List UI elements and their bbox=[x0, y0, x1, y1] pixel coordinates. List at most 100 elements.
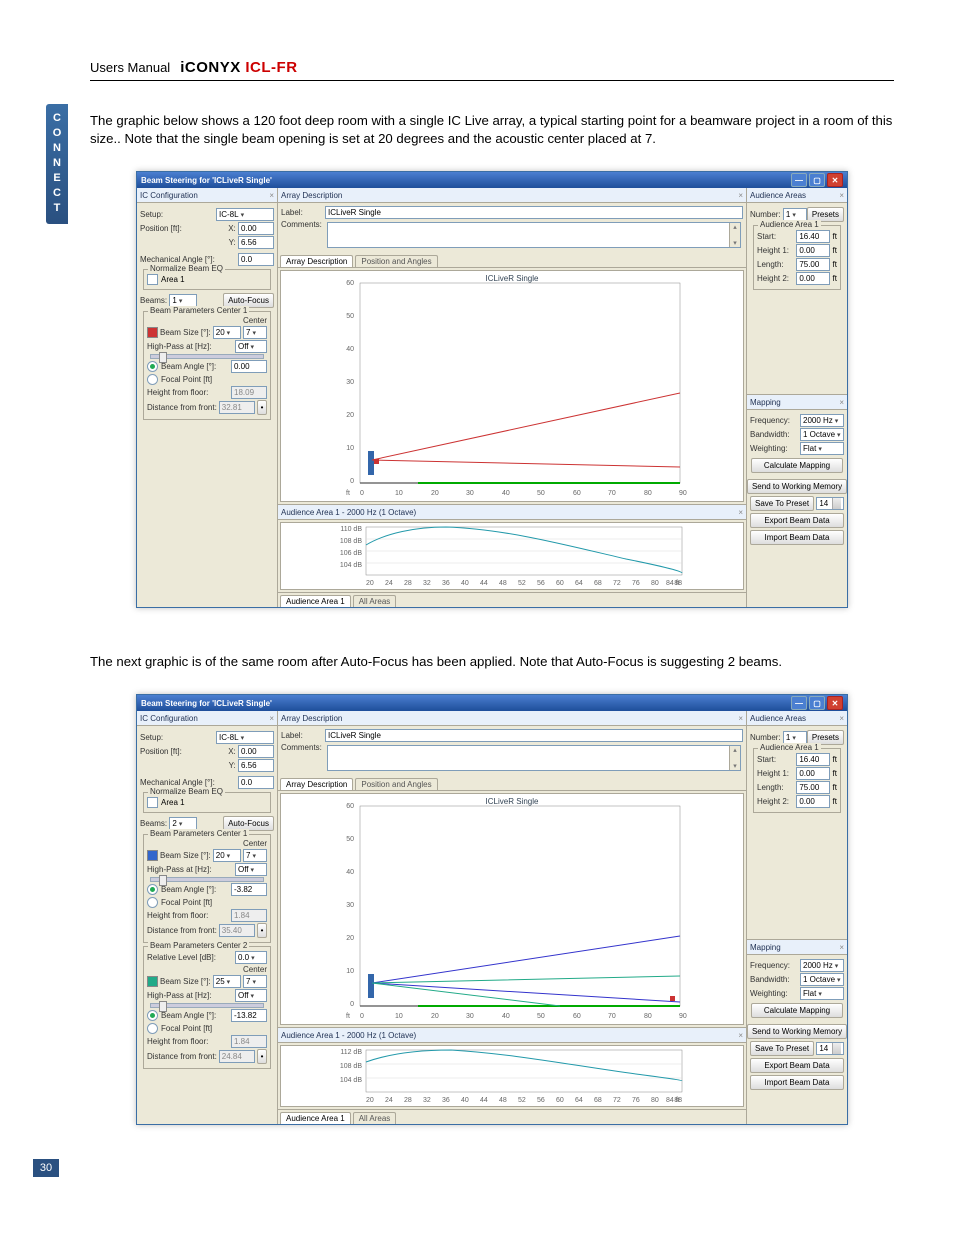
focal-point-radio[interactable] bbox=[147, 1023, 158, 1034]
calc-mapping-button[interactable]: Calculate Mapping bbox=[751, 458, 843, 473]
save-preset-button[interactable]: Save To Preset bbox=[750, 1041, 814, 1056]
minimize-button[interactable]: — bbox=[791, 173, 807, 187]
import-beam-button[interactable]: Import Beam Data bbox=[750, 530, 844, 545]
export-beam-button[interactable]: Export Beam Data bbox=[750, 1058, 844, 1073]
tab-array-desc[interactable]: Array Description bbox=[280, 778, 353, 790]
pane-close-icon[interactable]: × bbox=[839, 714, 844, 723]
pane-close-icon[interactable]: × bbox=[839, 398, 844, 407]
setup-select[interactable]: IC-8L bbox=[216, 208, 274, 221]
titlebar[interactable]: Beam Steering for 'ICLiveR Single' — ▢ ✕ bbox=[137, 695, 847, 711]
tab-aa1[interactable]: Audience Area 1 bbox=[280, 595, 351, 607]
preset-spin[interactable]: 14 bbox=[816, 1042, 844, 1055]
beam-angle-radio[interactable] bbox=[147, 1010, 158, 1021]
minimize-button[interactable]: — bbox=[791, 696, 807, 710]
beam-angle-radio[interactable] bbox=[147, 361, 158, 372]
beamangle-input[interactable]: 0.00 bbox=[231, 360, 267, 373]
highpass-select[interactable]: Off bbox=[235, 340, 267, 353]
beamcenter-input[interactable]: 7 bbox=[243, 326, 267, 339]
svg-text:40: 40 bbox=[461, 580, 469, 587]
svg-text:ft: ft bbox=[346, 1013, 350, 1020]
highpass-select[interactable]: Off bbox=[235, 989, 267, 1002]
save-preset-button[interactable]: Save To Preset bbox=[750, 496, 814, 511]
start-input[interactable]: 16.40 bbox=[796, 230, 830, 243]
focal-point-radio[interactable] bbox=[147, 374, 158, 385]
label-input[interactable]: ICLiveR Single bbox=[325, 729, 743, 742]
beam-angle-radio[interactable] bbox=[147, 884, 158, 895]
pane-close-icon[interactable]: × bbox=[839, 191, 844, 200]
rel-level-input[interactable]: 0.0 bbox=[235, 951, 267, 964]
beamcenter-input[interactable]: 7 bbox=[243, 849, 267, 862]
close-button[interactable]: ✕ bbox=[827, 696, 843, 710]
length-input[interactable]: 75.00 bbox=[796, 258, 830, 271]
export-beam-button[interactable]: Export Beam Data bbox=[750, 513, 844, 528]
beamsize-input[interactable]: 25 bbox=[213, 975, 241, 988]
pane-close-icon[interactable]: × bbox=[738, 508, 743, 517]
tab-pos-angles[interactable]: Position and Angles bbox=[355, 255, 437, 267]
pane-close-icon[interactable]: × bbox=[738, 191, 743, 200]
pane-close-icon[interactable]: × bbox=[738, 1031, 743, 1040]
maximize-button[interactable]: ▢ bbox=[809, 696, 825, 710]
aim-button[interactable]: • bbox=[257, 923, 267, 938]
pane-close-icon[interactable]: × bbox=[839, 943, 844, 952]
start-input[interactable]: 16.40 bbox=[796, 753, 830, 766]
comments-textarea[interactable]: ▴▾ bbox=[327, 745, 741, 771]
spl-plot: 110 dB108 dB106 dB104 dB 202428323640444… bbox=[280, 522, 744, 590]
tab-aa1[interactable]: Audience Area 1 bbox=[280, 1112, 351, 1124]
freq-select[interactable]: 2000 Hz bbox=[800, 959, 844, 972]
tab-pos-angles[interactable]: Position and Angles bbox=[355, 778, 437, 790]
beam-color-chip[interactable] bbox=[147, 976, 158, 987]
import-beam-button[interactable]: Import Beam Data bbox=[750, 1075, 844, 1090]
aim-button[interactable]: • bbox=[257, 1049, 267, 1064]
svg-text:48: 48 bbox=[499, 580, 507, 587]
beamangle-input[interactable]: -3.82 bbox=[231, 883, 267, 896]
h1-input[interactable]: 0.00 bbox=[796, 244, 830, 257]
tab-array-desc[interactable]: Array Description bbox=[280, 255, 353, 267]
aim-button[interactable]: • bbox=[257, 400, 267, 415]
pos-x-input[interactable]: 0.00 bbox=[238, 745, 274, 758]
beam-color-chip[interactable] bbox=[147, 850, 158, 861]
bw-select[interactable]: 1 Octave bbox=[800, 973, 844, 986]
send-wm-button[interactable]: Send to Working Memory bbox=[747, 1024, 847, 1039]
hp-slider[interactable] bbox=[150, 1003, 264, 1008]
focal-point-radio[interactable] bbox=[147, 897, 158, 908]
beamsize-input[interactable]: 20 bbox=[213, 849, 241, 862]
pos-x-input[interactable]: 0.00 bbox=[238, 222, 274, 235]
bw-select[interactable]: 1 Octave bbox=[800, 428, 844, 441]
freq-select[interactable]: 2000 Hz bbox=[800, 414, 844, 427]
pos-y-input[interactable]: 6.56 bbox=[238, 759, 274, 772]
svg-text:104 dB: 104 dB bbox=[340, 1077, 363, 1084]
titlebar[interactable]: Beam Steering for 'ICLiveR Single' — ▢ ✕ bbox=[137, 172, 847, 188]
setup-select[interactable]: IC-8L bbox=[216, 731, 274, 744]
neq-checkbox[interactable] bbox=[147, 797, 158, 808]
length-input[interactable]: 75.00 bbox=[796, 781, 830, 794]
comments-textarea[interactable]: ▴▾ bbox=[327, 222, 741, 248]
mech-angle-input[interactable]: 0.0 bbox=[238, 253, 274, 266]
weighting-select[interactable]: Flat bbox=[800, 442, 844, 455]
highpass-select[interactable]: Off bbox=[235, 863, 267, 876]
h2-input[interactable]: 0.00 bbox=[796, 272, 830, 285]
svg-text:80: 80 bbox=[651, 1097, 659, 1104]
pane-close-icon[interactable]: × bbox=[738, 714, 743, 723]
tab-allareas[interactable]: All Areas bbox=[353, 595, 397, 607]
preset-spin[interactable]: 14 bbox=[816, 497, 844, 510]
hp-slider[interactable] bbox=[150, 877, 264, 882]
pane-close-icon[interactable]: × bbox=[269, 191, 274, 200]
pos-y-input[interactable]: 6.56 bbox=[238, 236, 274, 249]
mech-angle-input[interactable]: 0.0 bbox=[238, 776, 274, 789]
weighting-select[interactable]: Flat bbox=[800, 987, 844, 1000]
h2-input[interactable]: 0.00 bbox=[796, 795, 830, 808]
h1-input[interactable]: 0.00 bbox=[796, 767, 830, 780]
label-input[interactable]: ICLiveR Single bbox=[325, 206, 743, 219]
send-wm-button[interactable]: Send to Working Memory bbox=[747, 479, 847, 494]
hp-slider[interactable] bbox=[150, 354, 264, 359]
pane-close-icon[interactable]: × bbox=[269, 714, 274, 723]
close-button[interactable]: ✕ bbox=[827, 173, 843, 187]
calc-mapping-button[interactable]: Calculate Mapping bbox=[751, 1003, 843, 1018]
beamcenter-input[interactable]: 7 bbox=[243, 975, 267, 988]
tab-allareas[interactable]: All Areas bbox=[353, 1112, 397, 1124]
beamangle-input[interactable]: -13.82 bbox=[231, 1009, 267, 1022]
beam-color-chip[interactable] bbox=[147, 327, 158, 338]
beamsize-input[interactable]: 20 bbox=[213, 326, 241, 339]
neq-checkbox[interactable] bbox=[147, 274, 158, 285]
maximize-button[interactable]: ▢ bbox=[809, 173, 825, 187]
